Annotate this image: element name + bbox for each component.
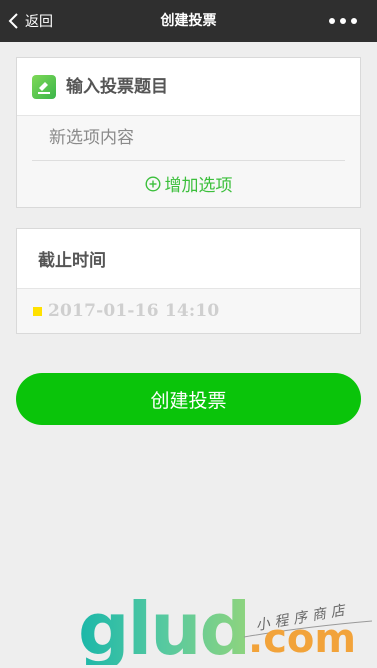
page-title: 创建投票 — [160, 13, 217, 29]
watermark-logo: glud 小程序商店 .com — [78, 593, 377, 668]
option-input[interactable] — [49, 128, 329, 148]
dot — [351, 18, 357, 24]
question-title-input[interactable] — [66, 76, 326, 97]
chevron-left-icon — [8, 13, 18, 29]
options-area: 增加选项 — [17, 116, 360, 207]
watermark-domain: .com — [248, 616, 357, 662]
square-marker-icon — [33, 306, 42, 316]
add-option-button[interactable]: 增加选项 — [17, 161, 360, 206]
back-label: 返回 — [25, 14, 53, 30]
deadline-title: 截止时间 — [38, 251, 106, 271]
deadline-picker[interactable]: 2017-01-16 14:10 — [17, 289, 360, 333]
more-dots-icon[interactable] — [329, 0, 357, 42]
vote-question-card: 增加选项 — [16, 57, 361, 208]
deadline-header: 截止时间 — [17, 229, 360, 289]
question-header — [17, 58, 360, 116]
deadline-card: 截止时间 2017-01-16 14:10 — [16, 228, 361, 334]
create-vote-button[interactable]: 创建投票 — [16, 373, 361, 425]
watermark-brand: glud — [78, 587, 251, 668]
deadline-value: 2017-01-16 14:10 — [48, 301, 220, 321]
option-row — [32, 116, 345, 161]
add-option-label: 增加选项 — [164, 176, 233, 196]
vote-edit-icon — [32, 74, 56, 99]
dot — [329, 18, 335, 24]
nav-bar: 返回 创建投票 — [0, 0, 377, 42]
circle-plus-icon — [144, 175, 161, 192]
dot — [340, 18, 346, 24]
back-button[interactable]: 返回 — [8, 0, 53, 42]
